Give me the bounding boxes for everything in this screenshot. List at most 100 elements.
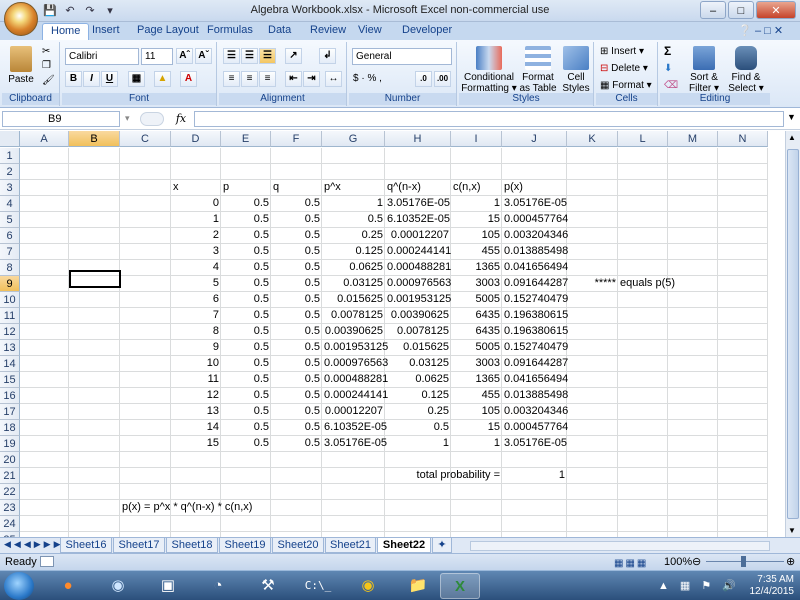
cell[interactable] [567, 420, 618, 436]
column-header-m[interactable]: M [668, 131, 718, 147]
data-cell[interactable]: 0.5 [221, 388, 271, 404]
data-cell[interactable]: 15 [171, 436, 221, 452]
sheet-nav-icons[interactable]: ◀◀◀▶▶▶ [4, 539, 64, 550]
sheet-tab-sheet21[interactable]: Sheet21 [325, 538, 376, 553]
horizontal-scrollbar[interactable] [470, 541, 770, 551]
cell[interactable] [718, 356, 768, 372]
cell[interactable] [451, 148, 502, 164]
cell[interactable] [120, 468, 171, 484]
tab-formulas[interactable]: Formulas [207, 24, 253, 40]
cell[interactable] [567, 484, 618, 500]
data-cell[interactable]: 1 [385, 436, 451, 452]
cell[interactable] [221, 164, 271, 180]
data-cell[interactable]: 0.5 [221, 420, 271, 436]
data-cell[interactable]: 0.5 [322, 212, 385, 228]
data-cell[interactable]: 0.00012207 [322, 404, 385, 420]
sheet-tab-sheet22[interactable]: Sheet22 [377, 538, 431, 553]
data-cell[interactable]: 0.015625 [385, 340, 451, 356]
data-cell[interactable]: 14 [171, 420, 221, 436]
cell[interactable] [20, 484, 69, 500]
font-color-icon[interactable]: A [180, 71, 197, 87]
cell[interactable] [69, 420, 120, 436]
help-icon[interactable]: ❔ [738, 24, 752, 40]
close-button[interactable]: ✕ [756, 1, 796, 19]
wrap-text-icon[interactable]: ↲ [319, 48, 336, 64]
formula-note-cell[interactable]: p(x) = p^x * q^(n-x) * c(n,x) [120, 500, 252, 516]
cell[interactable] [120, 452, 171, 468]
find-select-button[interactable]: Find & Select ▾ [726, 46, 766, 94]
decrease-decimal-icon[interactable]: .00 [434, 71, 451, 87]
merge-center-icon[interactable]: ↔ [325, 71, 342, 87]
cell[interactable] [171, 484, 221, 500]
data-cell[interactable]: 0.5 [221, 196, 271, 212]
data-cell[interactable]: 5005 [451, 292, 502, 308]
column-header-a[interactable]: A [20, 131, 69, 147]
cell[interactable] [20, 436, 69, 452]
cell[interactable] [322, 500, 385, 516]
sheet-tab-sheet16[interactable]: Sheet16 [60, 538, 112, 553]
expand-formula-bar-icon[interactable]: ▼ [787, 112, 796, 122]
macro-record-icon[interactable] [40, 556, 54, 567]
increase-decimal-icon[interactable]: .0 [415, 71, 432, 87]
row-header-9[interactable]: 9 [0, 276, 20, 292]
chrome-icon[interactable]: ◉ [348, 573, 388, 599]
data-cell[interactable]: 0.5 [271, 212, 322, 228]
data-cell[interactable]: 4 [171, 260, 221, 276]
row-header-11[interactable]: 11 [0, 308, 20, 324]
cell[interactable] [69, 244, 120, 260]
cell[interactable] [271, 516, 322, 532]
cell[interactable] [718, 228, 768, 244]
cell[interactable] [221, 148, 271, 164]
data-cell[interactable]: 7 [171, 308, 221, 324]
data-cell[interactable]: 0.5 [221, 340, 271, 356]
cell[interactable] [20, 452, 69, 468]
cell[interactable] [718, 420, 768, 436]
data-cell[interactable]: 0.001953125 [385, 292, 451, 308]
cell[interactable] [271, 164, 322, 180]
select-all-button[interactable] [0, 131, 20, 147]
cell[interactable] [718, 260, 768, 276]
cell[interactable] [451, 452, 502, 468]
cell[interactable] [718, 164, 768, 180]
cell[interactable] [668, 500, 718, 516]
align-middle-icon[interactable]: ☰ [241, 48, 258, 64]
zoom-in-icon[interactable]: ⊕ [786, 555, 795, 570]
ribbon-minimize-icon[interactable]: – □ ✕ [755, 24, 783, 40]
row-header-23[interactable]: 23 [0, 500, 20, 516]
tab-insert[interactable]: Insert [92, 24, 120, 40]
column-header-d[interactable]: D [171, 131, 221, 147]
cell[interactable] [668, 372, 718, 388]
cell[interactable] [20, 164, 69, 180]
column-header-l[interactable]: L [618, 131, 668, 147]
insert-sheet-icon[interactable]: ✦ [432, 538, 452, 553]
data-cell[interactable]: 3003 [451, 276, 502, 292]
cell[interactable] [69, 212, 120, 228]
cell[interactable] [718, 308, 768, 324]
cell[interactable] [120, 148, 171, 164]
cell[interactable] [718, 452, 768, 468]
data-cell[interactable]: 3.05176E-05 [385, 196, 451, 212]
data-cell[interactable]: 0.000244141 [322, 388, 388, 404]
cell[interactable] [69, 308, 120, 324]
cell[interactable] [271, 500, 322, 516]
data-cell[interactable]: 455 [451, 388, 502, 404]
cell[interactable] [20, 388, 69, 404]
data-cell[interactable]: 0.000244141 [385, 244, 451, 260]
cell[interactable] [668, 516, 718, 532]
cell[interactable] [120, 404, 171, 420]
data-cell[interactable]: 0.091644287 [502, 276, 568, 292]
data-cell[interactable]: 0.0625 [385, 372, 451, 388]
cell[interactable] [668, 148, 718, 164]
cell[interactable] [718, 292, 768, 308]
cell[interactable] [171, 468, 221, 484]
data-cell[interactable]: 3003 [451, 356, 502, 372]
cell[interactable] [451, 516, 502, 532]
cell[interactable] [451, 164, 502, 180]
cell[interactable] [718, 196, 768, 212]
row-header-21[interactable]: 21 [0, 468, 20, 484]
tab-home[interactable]: Home [42, 23, 90, 41]
column-header-h[interactable]: H [385, 131, 451, 147]
data-cell[interactable]: 105 [451, 228, 502, 244]
cell[interactable] [567, 404, 618, 420]
cell[interactable] [668, 356, 718, 372]
